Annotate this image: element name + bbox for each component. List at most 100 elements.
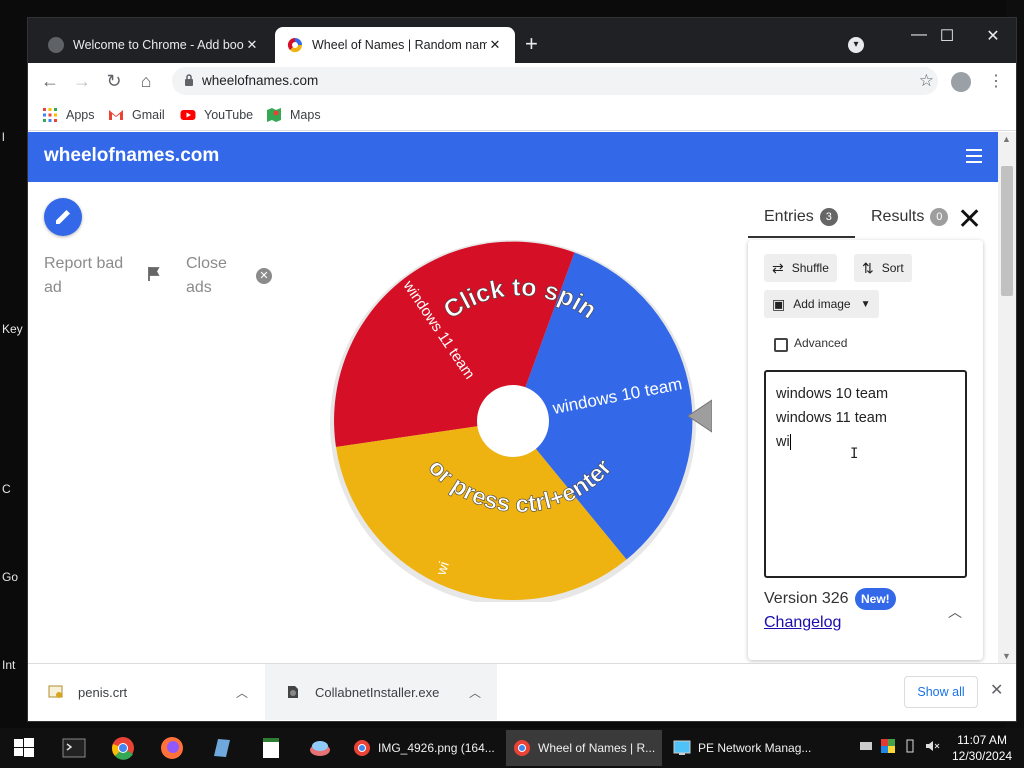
bookmark-label: Maps (290, 108, 321, 122)
chevron-up-icon[interactable]: ︿ (469, 684, 481, 701)
taskbar-app-label: Wheel of Names | R... (538, 741, 656, 755)
tab-results-label: Results (871, 208, 925, 225)
taskbar: IMG_4926.png (164... Wheel of Names | R.… (0, 728, 1024, 768)
advanced-label: Advanced (794, 336, 848, 350)
entries-card: ⇄ Shuffle ⇅ Sort ▣ Add image ▼ Advanced … (748, 240, 983, 660)
taskbar-app-chrome[interactable]: Wheel of Names | R... (506, 730, 662, 766)
entries-count-badge: 3 (819, 208, 838, 226)
windows-start-icon[interactable] (10, 734, 38, 762)
spin-wheel[interactable]: windows 10 team windows 11 team wi Click… (328, 218, 712, 602)
shuffle-label: Shuffle (791, 261, 829, 275)
sort-label: Sort (881, 261, 904, 275)
page-scrollbar[interactable]: ▲ ▼ (998, 132, 1016, 663)
add-image-button[interactable]: ▣ Add image ▼ (764, 290, 879, 318)
terminal-icon[interactable] (60, 734, 88, 762)
desktop-label: C (2, 482, 11, 496)
pencil-icon (56, 210, 70, 224)
image-icon: ▣ (772, 295, 786, 312)
taskbar-app-label: PE Network Manag... (698, 741, 812, 755)
bookmarks-bar: Apps Gmail YouTube Maps (28, 99, 1016, 131)
download-item[interactable]: CollabnetInstaller.exe ︿ (265, 664, 497, 720)
download-item[interactable]: penis.crt ︿ (28, 664, 264, 720)
bookmark-label: Gmail (132, 108, 165, 122)
show-all-button[interactable]: Show all (904, 676, 978, 708)
chevron-up-icon[interactable]: ︿ (236, 684, 248, 701)
advanced-checkbox[interactable] (774, 338, 788, 352)
report-bad-ad-link[interactable]: Report bad ad (44, 252, 144, 300)
reload-icon[interactable]: ↻ (102, 69, 126, 93)
scroll-down-icon[interactable]: ▼ (1002, 651, 1011, 661)
close-download-bar-icon[interactable]: ✕ (990, 680, 1003, 700)
version-text: Version 326 (764, 590, 849, 607)
bookmark-maps[interactable]: Maps (266, 105, 321, 125)
bookmark-label: Apps (66, 108, 95, 122)
browser-window: Welcome to Chrome - Add book ✕ Wheel of … (28, 18, 1016, 721)
scroll-up-icon[interactable]: ▲ (1002, 134, 1011, 144)
url-text: wheelofnames.com (202, 73, 319, 88)
browser-menu-icon[interactable]: ⋮ (988, 71, 1004, 91)
taskbar-app-network-manager[interactable]: PE Network Manag... (666, 730, 822, 766)
wheel-center[interactable] (477, 385, 549, 457)
shuffle-button[interactable]: ⇄ Shuffle (764, 254, 837, 282)
taskbar-app-image-viewer[interactable]: IMG_4926.png (164... (346, 730, 502, 766)
tab-welcome[interactable]: Welcome to Chrome - Add book ✕ (36, 27, 272, 63)
hide-panel-icon[interactable]: ✕ (957, 202, 982, 237)
tab-search-icon[interactable]: ▾ (848, 37, 864, 53)
desktop-label: Key (2, 322, 23, 336)
changelog-link[interactable]: Changelog (764, 614, 841, 632)
system-clock[interactable]: 11:07 AM 12/30/2024 (952, 732, 1012, 764)
tab-entries[interactable]: Entries 3 (764, 208, 838, 226)
new-badge: New! (855, 588, 896, 610)
chrome-icon (354, 740, 370, 756)
gmail-icon (109, 110, 123, 120)
maximize-button[interactable]: ☐ (932, 26, 962, 46)
maps-icon (267, 108, 281, 122)
close-circle-icon[interactable]: ✕ (256, 268, 272, 284)
taskbar-app-label: IMG_4926.png (164... (378, 741, 495, 755)
new-tab-button[interactable]: + (525, 33, 538, 55)
clock-time: 11:07 AM (957, 733, 1007, 747)
forward-icon[interactable]: → (70, 69, 94, 93)
desktop-label: l (2, 130, 5, 144)
chrome-icon (514, 740, 530, 756)
apps-grid-icon (43, 108, 57, 122)
scrollbar-thumb[interactable] (1001, 166, 1013, 296)
notepad-icon[interactable] (257, 734, 285, 762)
bookmark-youtube[interactable]: YouTube (180, 105, 253, 125)
sort-button[interactable]: ⇅ Sort (854, 254, 912, 282)
address-bar[interactable]: wheelofnames.com ☆ (172, 67, 938, 95)
firefox-icon[interactable] (158, 734, 186, 762)
app-icon[interactable] (208, 734, 236, 762)
home-icon[interactable]: ⌂ (134, 69, 158, 93)
chevron-up-icon[interactable]: ︿ (948, 602, 962, 622)
entry-line: wi (776, 434, 791, 451)
bookmark-apps[interactable]: Apps (42, 105, 95, 125)
color-tray-icon[interactable] (880, 738, 896, 754)
add-image-label: Add image (793, 297, 851, 311)
tab-results[interactable]: Results 0 (871, 208, 949, 226)
site-header: wheelofnames.com (28, 132, 998, 182)
tab-wheel-of-names[interactable]: Wheel of Names | Random name ✕ (275, 27, 515, 63)
close-tab-icon[interactable]: ✕ (244, 37, 260, 53)
close-window-button[interactable]: ✕ (978, 26, 1008, 46)
edit-button[interactable] (44, 198, 82, 236)
hamburger-menu-icon[interactable] (966, 149, 982, 167)
entries-textarea[interactable]: windows 10 team windows 11 team wi I (764, 370, 967, 578)
network-tray-icon[interactable] (858, 738, 874, 754)
network-app-icon[interactable] (306, 734, 334, 762)
volume-muted-icon[interactable] (924, 738, 940, 754)
close-ads-link[interactable]: Close ads (186, 252, 246, 300)
back-icon[interactable]: ← (38, 69, 62, 93)
close-tab-icon[interactable]: ✕ (487, 37, 503, 53)
download-bar: penis.crt ︿ CollabnetInstaller.exe ︿ Sho… (28, 663, 1016, 721)
lock-icon (185, 74, 193, 86)
bookmark-star-icon[interactable]: ☆ (919, 71, 934, 91)
chrome-icon[interactable] (109, 734, 137, 762)
flag-icon[interactable] (146, 266, 162, 282)
installer-file-icon (288, 686, 298, 698)
profile-avatar-icon[interactable] (951, 72, 971, 92)
bookmark-gmail[interactable]: Gmail (108, 105, 165, 125)
minimize-button[interactable]: — (904, 26, 934, 44)
site-title[interactable]: wheelofnames.com (44, 145, 219, 167)
usb-tray-icon[interactable] (902, 738, 918, 754)
